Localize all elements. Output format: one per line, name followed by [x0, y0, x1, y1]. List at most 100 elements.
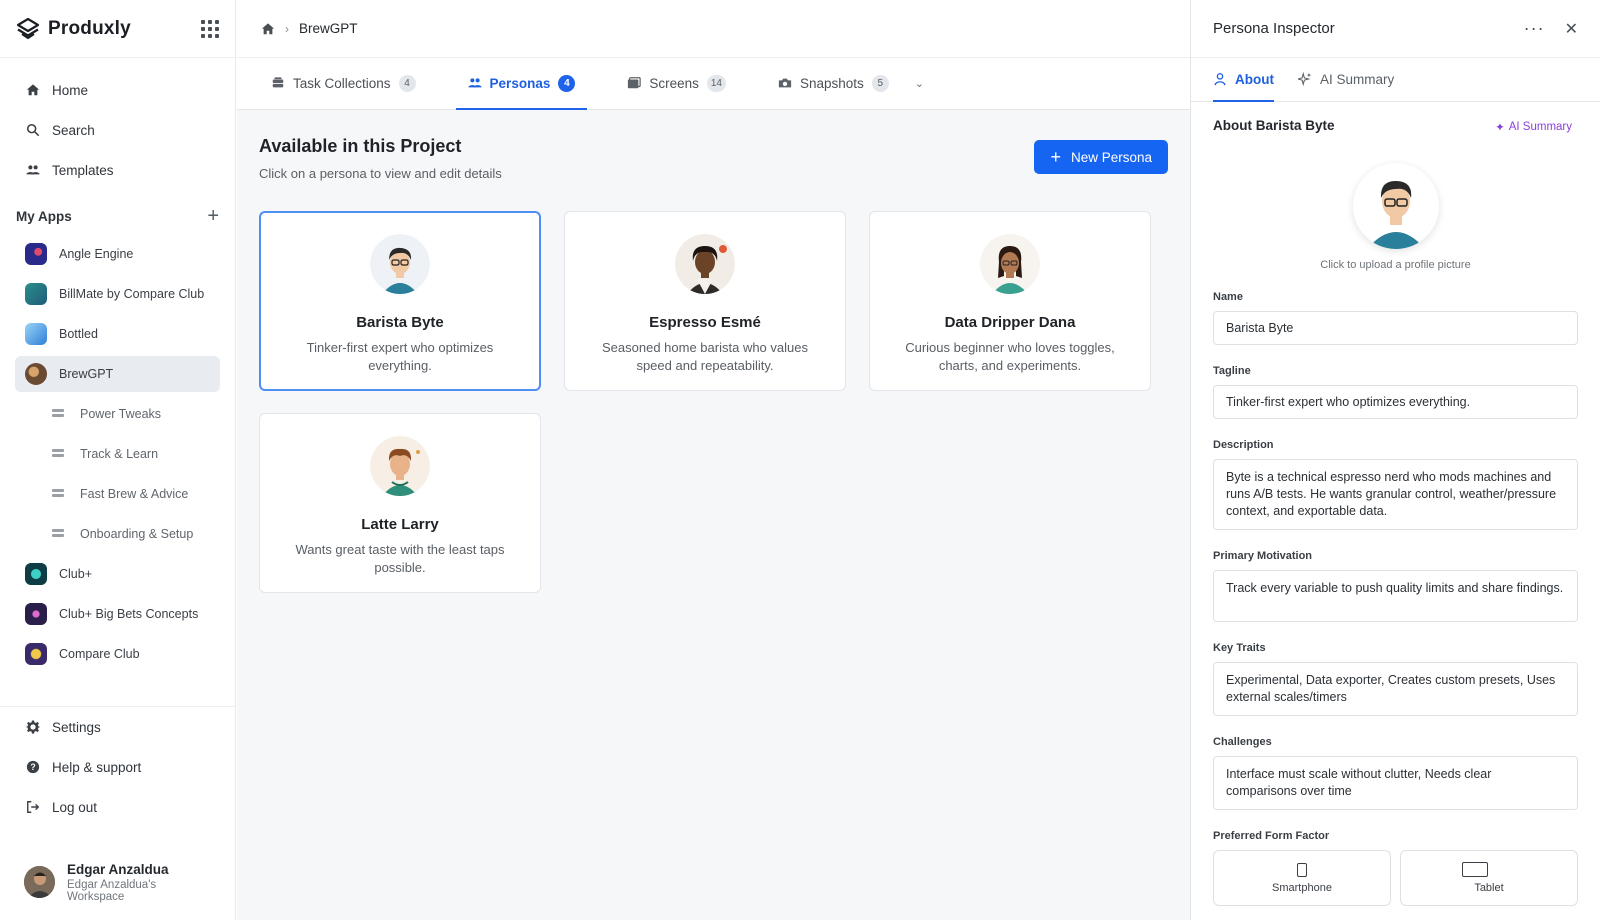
tablet-icon [1462, 862, 1488, 877]
tab-personas[interactable]: Personas 4 [455, 57, 588, 110]
form-factor-label-text: Tablet [1474, 882, 1504, 894]
brand-logo-icon[interactable] [16, 17, 40, 41]
new-persona-label: New Persona [1070, 149, 1152, 165]
main-content: › BrewGPT Task Collections 4 Personas 4 … [237, 0, 1190, 920]
name-field[interactable]: Barista Byte [1213, 311, 1578, 345]
personas-section: Available in this Project Click on a per… [237, 110, 1190, 619]
my-apps-title: My Apps [16, 208, 72, 224]
tab-label: About [1235, 71, 1274, 87]
app-grid-icon[interactable] [201, 19, 219, 38]
app-item-club-plus[interactable]: Club+ [15, 556, 220, 592]
users-icon [26, 165, 40, 175]
panel-actions: ··· ✕ [1524, 18, 1578, 39]
more-options-icon[interactable]: ··· [1524, 18, 1545, 39]
tab-label: Screens [649, 75, 699, 91]
close-icon[interactable]: ✕ [1565, 19, 1578, 39]
nav-item-search[interactable]: Search [0, 110, 235, 150]
home-icon [26, 84, 40, 96]
collection-icon [52, 488, 64, 500]
upload-hint: Click to upload a profile picture [1320, 259, 1471, 271]
tagline-field[interactable]: Tinker-first expert who optimizes everyt… [1213, 385, 1578, 419]
app-label: Angle Engine [59, 247, 134, 261]
persona-name: Espresso Esmé [649, 314, 761, 331]
app-label: BrewGPT [59, 367, 114, 381]
app-item-compare-club[interactable]: Compare Club [15, 636, 220, 672]
home-icon[interactable] [261, 22, 275, 36]
app-item-billmate[interactable]: BillMate by Compare Club [15, 276, 220, 312]
app-item-club-plus-big-bets[interactable]: Club+ Big Bets Concepts [15, 596, 220, 632]
persona-card[interactable]: Data Dripper Dana Curious beginner who l… [869, 211, 1151, 391]
persona-description: Seasoned home barista who values speed a… [602, 340, 808, 373]
form-factor-smartphone[interactable]: Smartphone [1213, 850, 1391, 906]
tab-task-collections[interactable]: Task Collections 4 [259, 57, 428, 109]
inspector-tabs: About AI Summary [1191, 58, 1600, 102]
app-icon [25, 603, 47, 625]
plus-icon: + [1050, 147, 1061, 167]
app-item-angle-engine[interactable]: Angle Engine [15, 236, 220, 272]
nav-item-label: Templates [52, 162, 114, 178]
persona-avatar [980, 234, 1040, 294]
persona-grid: Barista Byte Tinker-first expert who opt… [259, 211, 1168, 593]
users-icon [467, 78, 482, 88]
sparkle-icon [1297, 72, 1312, 86]
nav-item-settings[interactable]: Settings [0, 707, 236, 747]
nav-item-logout[interactable]: Log out [0, 787, 236, 827]
app-icon [25, 243, 47, 265]
user-workspace: Edgar Anzaldua's Workspace [67, 878, 157, 903]
traits-field[interactable]: Experimental, Data exporter, Creates cus… [1213, 662, 1578, 716]
challenges-field[interactable]: Interface must scale without clutter, Ne… [1213, 756, 1578, 810]
panel-title: Persona Inspector [1213, 20, 1335, 37]
add-app-button[interactable]: + [207, 206, 219, 226]
persona-avatar [370, 234, 430, 294]
nav-item-templates[interactable]: Templates [0, 150, 235, 190]
motivation-field[interactable]: Track every variable to push quality lim… [1213, 570, 1578, 622]
nav-item-label: Search [52, 122, 95, 138]
tab-about[interactable]: About [1213, 57, 1274, 102]
app-icon [25, 323, 47, 345]
user-profile[interactable]: Edgar Anzaldua Edgar Anzaldua's Workspac… [0, 844, 236, 920]
ai-summary-link[interactable]: ✦ AI Summary [1495, 120, 1572, 134]
sub-item-label: Onboarding & Setup [80, 527, 194, 541]
collection-icon [52, 528, 64, 540]
persona-description: Wants great taste with the least taps po… [295, 542, 505, 575]
tab-screens[interactable]: Screens 14 [615, 57, 738, 109]
form-factor-options: Smartphone Tablet [1213, 850, 1578, 906]
chevron-down-icon[interactable]: ⌄ [915, 57, 924, 109]
gear-icon [26, 720, 40, 734]
section-subtitle: Click on a persona to view and edit deta… [259, 166, 502, 181]
search-icon [26, 123, 40, 137]
sub-item-power-tweaks[interactable]: Power Tweaks [15, 396, 220, 432]
persona-card[interactable]: Barista Byte Tinker-first expert who opt… [259, 211, 541, 391]
sub-item-label: Track & Learn [80, 447, 159, 461]
persona-card[interactable]: Latte Larry Wants great taste with the l… [259, 413, 541, 593]
sidebar-bottom-nav: Settings ? Help & support Log out [0, 706, 236, 827]
new-persona-button[interactable]: + New Persona [1034, 140, 1168, 174]
sub-item-label: Power Tweaks [80, 407, 162, 421]
breadcrumb: › BrewGPT [237, 0, 1190, 58]
persona-inspector-panel: Persona Inspector ··· ✕ About AI Summary… [1190, 0, 1600, 920]
app-list: Angle Engine BillMate by Compare Club Bo… [0, 236, 235, 672]
tab-count-badge: 4 [558, 74, 576, 92]
app-label: BillMate by Compare Club [59, 287, 205, 301]
nav-item-help[interactable]: ? Help & support [0, 747, 236, 787]
tab-ai-summary[interactable]: AI Summary [1297, 57, 1395, 101]
nav-item-label: Log out [52, 799, 98, 815]
tab-count-badge: 14 [706, 74, 726, 92]
logout-icon [27, 801, 40, 813]
tab-label: AI Summary [1319, 71, 1395, 87]
sub-item-fast-brew[interactable]: Fast Brew & Advice [15, 476, 220, 512]
nav-item-home[interactable]: Home [0, 70, 235, 110]
description-field[interactable]: Byte is a technical espresso nerd who mo… [1213, 459, 1578, 530]
traits-label: Key Traits [1213, 642, 1266, 654]
app-item-bottled[interactable]: Bottled [15, 316, 220, 352]
tab-label: Task Collections [293, 75, 391, 91]
profile-picture-upload[interactable] [1352, 163, 1439, 249]
app-icon [25, 363, 47, 385]
sub-item-onboarding[interactable]: Onboarding & Setup [15, 516, 220, 552]
app-item-brewgpt[interactable]: BrewGPT [15, 356, 220, 392]
tab-count-badge: 5 [871, 74, 889, 92]
sub-item-track-learn[interactable]: Track & Learn [15, 436, 220, 472]
tab-snapshots[interactable]: Snapshots 5 [766, 57, 901, 109]
form-factor-tablet[interactable]: Tablet [1400, 850, 1578, 906]
persona-card[interactable]: Espresso Esmé Seasoned home barista who … [564, 211, 846, 391]
